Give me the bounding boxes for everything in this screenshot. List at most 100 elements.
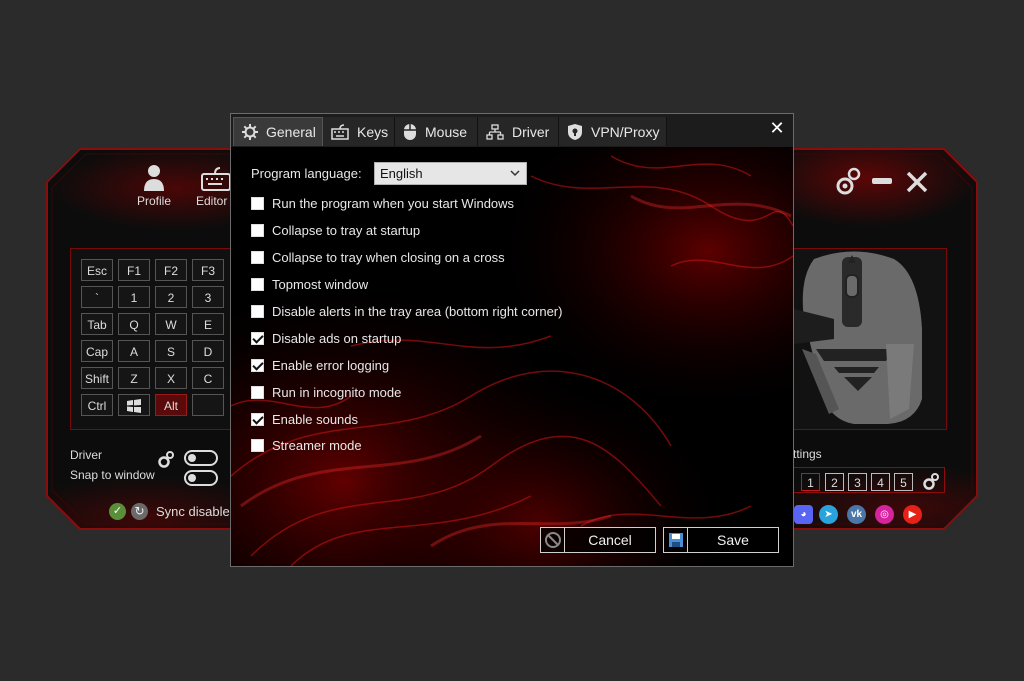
option-checkbox[interactable] [251,438,264,452]
key-5-3[interactable] [192,394,224,416]
telegram-icon[interactable]: ➤ [819,505,838,524]
save-icon [664,528,688,552]
key-4-2[interactable]: X [155,367,187,389]
option-checkbox[interactable] [251,385,264,399]
dialog-close-icon[interactable]: ✕ [769,119,785,137]
option-row[interactable]: Streamer mode [251,436,362,454]
option-row[interactable]: Disable alerts in the tray area (bottom … [251,302,562,320]
key-2-0[interactable]: Tab [81,313,113,335]
option-checkbox[interactable] [251,412,264,426]
key-0-2[interactable]: F2 [155,259,187,281]
option-label: Collapse to tray at startup [272,222,421,238]
key-0-1[interactable]: F1 [118,259,150,281]
driver-label: Driver [70,448,102,462]
minimize-button[interactable] [872,178,892,184]
profiles-gear-icon[interactable] [922,472,940,490]
option-label: Disable alerts in the tray area (bottom … [272,303,563,319]
tab-mouse[interactable]: Mouse [395,117,478,146]
option-label: Topmost window [272,276,369,292]
key-0-3[interactable]: F3 [192,259,224,281]
tab-vpn-proxy-label: VPN/Proxy [591,123,660,140]
option-label: Collapse to tray when closing on a cross [272,249,505,265]
profile-5-button[interactable]: 5 [894,473,913,491]
key-2-3[interactable]: E [192,313,224,335]
snap-toggle[interactable] [184,470,218,486]
key-4-1[interactable]: Z [118,367,150,389]
key-3-2[interactable]: S [155,340,187,362]
option-row[interactable]: Enable error logging [251,356,389,374]
key-2-2[interactable]: W [155,313,187,335]
key-3-1[interactable]: A [118,340,150,362]
user-icon [144,165,164,191]
profile-label: Profile [136,194,171,208]
option-checkbox[interactable] [251,304,264,318]
option-row[interactable]: Run the program when you start Windows [251,194,514,212]
language-select[interactable]: English [374,162,527,185]
tab-general-label: General [266,124,316,140]
sync-label: Sync disabled [156,504,230,519]
option-checkbox[interactable] [251,250,264,264]
option-row[interactable]: Collapse to tray when closing on a cross [251,248,505,266]
gear-icon [242,124,258,140]
cancel-label: Cancel [588,532,632,548]
option-checkbox[interactable] [251,196,264,210]
settings-dialog: General Keys Mouse Driver VPN/Proxy ✕ Pr… [230,113,794,567]
option-checkbox[interactable] [251,223,264,237]
instagram-icon[interactable]: ◎ [875,505,894,524]
option-label: Run in incognito mode [272,384,402,400]
profile-button[interactable]: Profile [134,164,174,208]
option-row[interactable]: Collapse to tray at startup [251,221,420,239]
option-label: Enable error logging [272,357,390,373]
profile-2-button[interactable]: 2 [825,473,844,491]
key-5-2[interactable]: Alt [155,394,187,416]
key-1-3[interactable]: 3 [192,286,224,308]
option-row[interactable]: Disable ads on startup [251,329,401,347]
tab-driver[interactable]: Driver [478,117,559,146]
app-close-icon[interactable] [906,171,928,193]
save-button[interactable]: Save [663,527,779,553]
key-3-3[interactable]: D [192,340,224,362]
save-label: Save [717,532,749,548]
snap-label: Snap to window [70,468,155,482]
option-checkbox[interactable] [251,331,264,345]
youtube-icon[interactable]: ▶ [903,505,922,524]
key-1-1[interactable]: 1 [118,286,150,308]
key-0-0[interactable]: Esc [81,259,113,281]
key-3-0[interactable]: Cap [81,340,113,362]
cancel-button[interactable]: Cancel [540,527,656,553]
keyboard-icon [331,123,349,140]
vk-icon[interactable]: vk [847,505,866,524]
key-2-1[interactable]: Q [118,313,150,335]
settings-gear-icon[interactable] [835,166,861,196]
tab-keys[interactable]: Keys [323,117,395,146]
option-row[interactable]: Enable sounds [251,410,358,428]
option-row[interactable]: Topmost window [251,275,368,293]
option-label: Disable ads on startup [272,330,402,346]
profile-4-button[interactable]: 4 [871,473,890,491]
editor-button[interactable]: Editor [196,164,230,208]
profiles-label: ttings [793,447,822,461]
driver-toggle[interactable] [184,450,218,466]
key-1-2[interactable]: 2 [155,286,187,308]
sync-refresh-icon[interactable]: ↻ [131,503,148,520]
key-5-0[interactable]: Ctrl [81,394,113,416]
key-1-0[interactable]: ` [81,286,113,308]
profile-1-button[interactable]: 1 [801,473,820,491]
tab-keys-label: Keys [357,123,389,140]
option-checkbox[interactable] [251,358,264,372]
driver-settings: Driver Snap to window [70,448,155,482]
mouse-panel [793,248,947,430]
sync-status-icon: ✓ [109,503,126,520]
discord-icon[interactable]: ◕ [794,505,813,524]
option-checkbox[interactable] [251,277,264,291]
key-4-3[interactable]: C [192,367,224,389]
driver-gear-icon[interactable] [157,450,175,468]
key-4-0[interactable]: Shift [81,367,113,389]
tab-general[interactable]: General [233,117,323,146]
profile-3-button[interactable]: 3 [848,473,867,491]
option-row[interactable]: Run in incognito mode [251,383,401,401]
key-5-1[interactable] [118,394,150,416]
mouse-image [794,251,922,424]
tab-vpn-proxy[interactable]: VPN/Proxy [559,117,667,146]
option-label: Run the program when you start Windows [272,195,515,211]
